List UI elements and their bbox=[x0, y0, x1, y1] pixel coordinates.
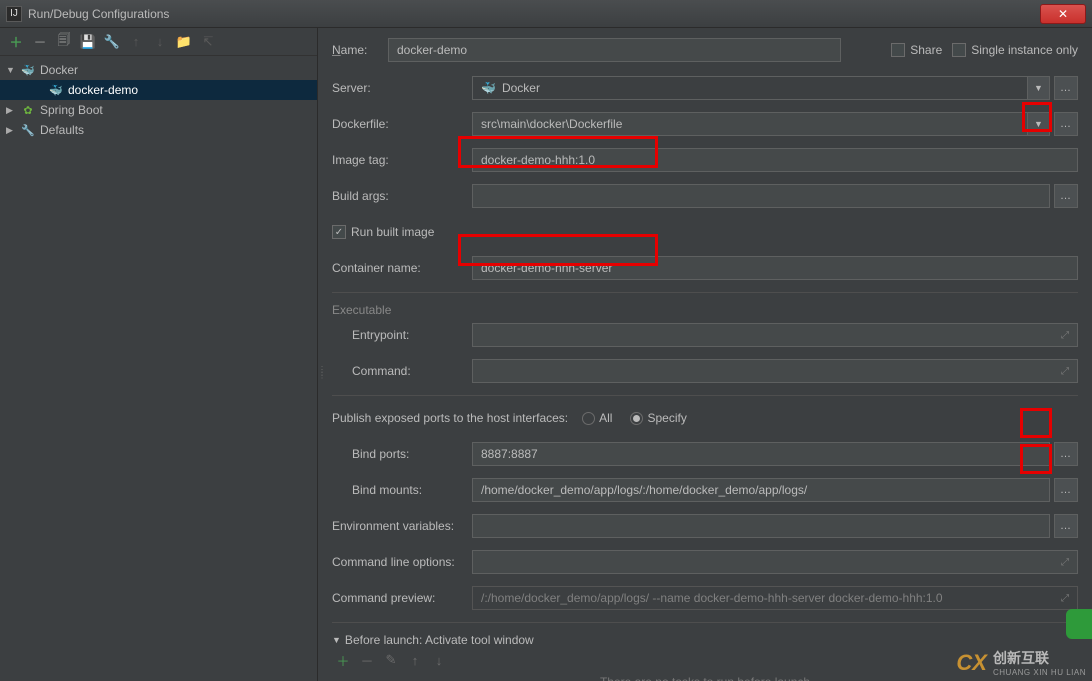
close-button[interactable]: ✕ bbox=[1040, 4, 1086, 24]
cmd-options-input[interactable]: ⤢ bbox=[472, 550, 1078, 574]
expand-icon[interactable]: ⤢ bbox=[1061, 330, 1069, 341]
radio-specify[interactable]: Specify bbox=[630, 411, 686, 425]
checkbox-checked-icon bbox=[332, 225, 346, 239]
copy-config-icon[interactable]: 🗐 bbox=[56, 34, 72, 50]
tree-node-docker-demo[interactable]: 🐳 docker-demo bbox=[0, 80, 317, 100]
settings-icon[interactable]: 🔧 bbox=[104, 34, 120, 50]
sidebar: ＋ － 🗐 💾 🔧 ↑ ↓ 📁 ↸ ▼ 🐳 Docker 🐳 docker-de… bbox=[0, 28, 318, 681]
decoration-green bbox=[1066, 609, 1092, 639]
server-select[interactable]: 🐳 Docker bbox=[472, 76, 1028, 100]
move-up-icon: ↑ bbox=[128, 34, 144, 50]
publish-ports-label: Publish exposed ports to the host interf… bbox=[332, 411, 568, 425]
drag-handle[interactable]: ⋮⋮⋮ bbox=[318, 368, 322, 398]
before-launch-header[interactable]: ▼ Before launch: Activate tool window bbox=[332, 633, 1078, 647]
build-args-input[interactable] bbox=[472, 184, 1050, 208]
expand-arrow-icon[interactable]: ▶ bbox=[6, 125, 16, 136]
watermark-logo: CX bbox=[956, 650, 987, 676]
bind-mounts-browse-button[interactable]: … bbox=[1054, 478, 1078, 502]
build-args-label: Build args: bbox=[332, 189, 472, 203]
window-title: Run/Debug Configurations bbox=[28, 7, 169, 21]
edit-task-icon: ✎ bbox=[384, 653, 398, 667]
radio-all[interactable]: All bbox=[582, 411, 612, 425]
share-checkbox[interactable]: Share bbox=[891, 43, 942, 57]
expand-arrow-icon[interactable]: ▶ bbox=[6, 105, 16, 116]
dockerfile-label: Dockerfile: bbox=[332, 117, 472, 131]
tree-label: Spring Boot bbox=[40, 103, 103, 117]
add-config-icon[interactable]: ＋ bbox=[8, 34, 24, 50]
move-down-icon: ↓ bbox=[152, 34, 168, 50]
env-vars-browse-button[interactable]: … bbox=[1054, 514, 1078, 538]
watermark: CX 创新互联 CHUANG XIN HU LIAN bbox=[956, 648, 1086, 677]
expand-icon[interactable]: ⤢ bbox=[1061, 366, 1069, 377]
docker-icon: 🐳 bbox=[48, 82, 64, 98]
bind-ports-label: Bind ports: bbox=[332, 447, 472, 461]
entrypoint-input[interactable]: ⤢ bbox=[472, 323, 1078, 347]
server-label: Server: bbox=[332, 81, 472, 95]
save-config-icon[interactable]: 💾 bbox=[80, 34, 96, 50]
dockerfile-input[interactable]: src\main\docker\Dockerfile bbox=[472, 112, 1028, 136]
dockerfile-browse-button[interactable]: … bbox=[1054, 112, 1078, 136]
command-input[interactable]: ⤢ bbox=[472, 359, 1078, 383]
collapse-icon: ↸ bbox=[200, 34, 216, 50]
tree-node-defaults[interactable]: ▶ 🔧 Defaults bbox=[0, 120, 317, 140]
tree-label: Docker bbox=[40, 63, 78, 77]
env-vars-label: Environment variables: bbox=[332, 519, 472, 533]
cmd-preview-output: /:/home/docker_demo/app/logs/ --name doc… bbox=[472, 586, 1078, 610]
image-tag-input[interactable]: docker-demo-hhh:1.0 bbox=[472, 148, 1078, 172]
run-built-checkbox[interactable]: Run built image bbox=[332, 225, 434, 239]
docker-icon: 🐳 bbox=[20, 62, 36, 78]
server-browse-button[interactable]: … bbox=[1054, 76, 1078, 100]
config-tree: ▼ 🐳 Docker 🐳 docker-demo ▶ ✿ Spring Boot… bbox=[0, 56, 317, 681]
command-label: Command: bbox=[332, 364, 472, 378]
executable-section-title: Executable bbox=[332, 303, 1078, 317]
bind-ports-browse-button[interactable]: … bbox=[1054, 442, 1078, 466]
remove-config-icon[interactable]: － bbox=[32, 34, 48, 50]
tree-label: Defaults bbox=[40, 123, 84, 137]
docker-icon: 🐳 bbox=[481, 81, 496, 95]
env-vars-input[interactable] bbox=[472, 514, 1050, 538]
move-up-icon: ↑ bbox=[408, 653, 422, 667]
cmd-preview-label: Command preview: bbox=[332, 591, 472, 605]
collapse-arrow-icon: ▼ bbox=[332, 635, 341, 645]
image-tag-label: Image tag: bbox=[332, 153, 472, 167]
name-label: Name: bbox=[332, 43, 388, 57]
cmd-options-label: Command line options: bbox=[332, 555, 472, 569]
bind-mounts-input[interactable]: /home/docker_demo/app/logs/:/home/docker… bbox=[472, 478, 1050, 502]
tree-node-docker[interactable]: ▼ 🐳 Docker bbox=[0, 60, 317, 80]
tree-label: docker-demo bbox=[68, 83, 138, 97]
build-args-browse-button[interactable]: … bbox=[1054, 184, 1078, 208]
bind-mounts-label: Bind mounts: bbox=[332, 483, 472, 497]
expand-arrow-icon[interactable]: ▼ bbox=[6, 65, 16, 75]
folder-icon[interactable]: 📁 bbox=[176, 34, 192, 50]
name-input[interactable]: docker-demo bbox=[388, 38, 841, 62]
titlebar: IJ Run/Debug Configurations ✕ bbox=[0, 0, 1092, 28]
remove-task-icon: － bbox=[360, 653, 374, 667]
move-down-icon: ↓ bbox=[432, 653, 446, 667]
single-instance-checkbox[interactable]: Single instance only bbox=[952, 43, 1078, 57]
dockerfile-dropdown-arrow[interactable]: ▼ bbox=[1028, 112, 1050, 136]
bind-ports-input[interactable]: 8887:8887 bbox=[472, 442, 1050, 466]
tree-node-spring-boot[interactable]: ▶ ✿ Spring Boot bbox=[0, 100, 317, 120]
expand-icon[interactable]: ⤢ bbox=[1061, 557, 1069, 568]
container-name-input[interactable]: docker-demo-hhh-server bbox=[472, 256, 1078, 280]
sidebar-toolbar: ＋ － 🗐 💾 🔧 ↑ ↓ 📁 ↸ bbox=[0, 28, 317, 56]
container-name-label: Container name: bbox=[332, 261, 472, 275]
add-task-icon[interactable]: ＋ bbox=[336, 653, 350, 667]
wrench-icon: 🔧 bbox=[20, 122, 36, 138]
entrypoint-label: Entrypoint: bbox=[332, 328, 472, 342]
expand-icon[interactable]: ⤢ bbox=[1061, 593, 1069, 604]
config-form: ⋮⋮⋮ Name: docker-demo Share Single insta… bbox=[318, 28, 1092, 681]
spring-icon: ✿ bbox=[20, 102, 36, 118]
app-icon: IJ bbox=[6, 6, 22, 22]
server-dropdown-arrow[interactable]: ▼ bbox=[1028, 76, 1050, 100]
